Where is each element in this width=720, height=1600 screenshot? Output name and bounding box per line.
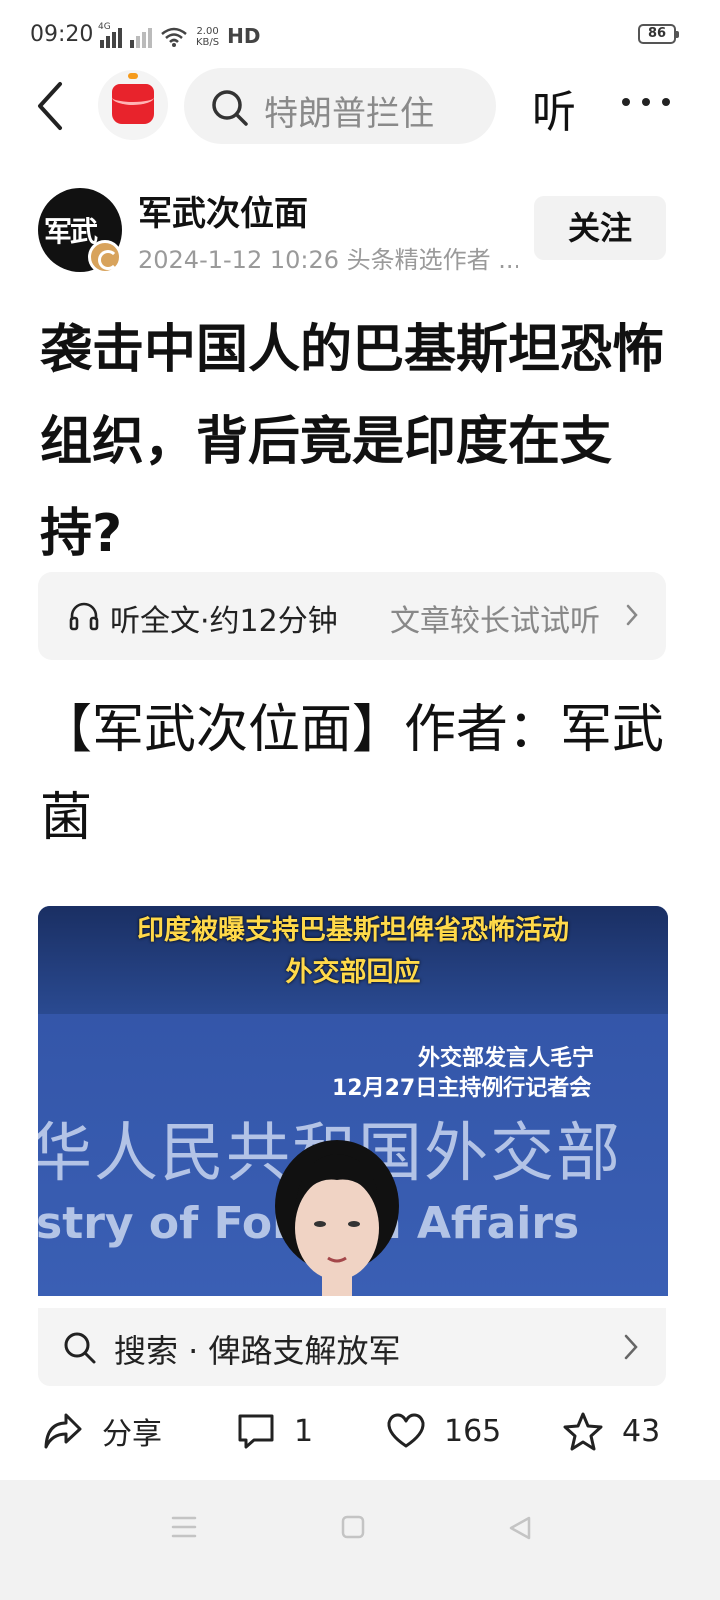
image-caption-2: 12月27日主持例行记者会 — [332, 1076, 592, 1101]
like-button[interactable]: 165 — [386, 1406, 501, 1456]
share-icon — [44, 1413, 82, 1449]
red-packet-button[interactable] — [98, 70, 168, 140]
article-body: 【军武次位面】作者：军武菌 — [40, 700, 665, 848]
like-count: 165 — [444, 1413, 502, 1449]
wifi-icon — [161, 27, 187, 47]
search-bar[interactable]: 特朗普拦住 — [184, 68, 496, 144]
red-packet-icon — [112, 84, 154, 124]
author-meta: 2024-1-12 10:26 头条精选作者 ... — [138, 246, 518, 274]
home-icon[interactable] — [340, 1514, 366, 1540]
signal-icon: 4G — [98, 22, 122, 48]
dot-icon — [622, 98, 630, 106]
favorite-count: 43 — [622, 1413, 661, 1449]
dot-icon — [662, 98, 670, 106]
search-icon — [64, 1332, 96, 1364]
follow-button[interactable]: 关注 — [534, 196, 666, 260]
article-title: 袭击中国人的巴基斯坦恐怖组织，背后竟是印度在支持? — [40, 320, 665, 564]
menu-icon[interactable] — [170, 1514, 198, 1540]
notification-dot — [128, 73, 138, 79]
comment-count: 1 — [294, 1413, 314, 1449]
more-options-button[interactable] — [622, 98, 670, 106]
star-icon — [563, 1412, 603, 1451]
listen-full-label: 听全文·约12分钟 — [110, 604, 338, 639]
speed-value: 2.00 — [196, 26, 219, 37]
status-bar: 09:20 4G 2.00 KB/S HD 86 — [0, 0, 720, 64]
hd-label: HD — [227, 24, 261, 48]
dot-icon — [642, 98, 650, 106]
chevron-left-icon — [38, 82, 62, 130]
comment-button[interactable]: 1 — [236, 1406, 313, 1456]
status-time: 09:20 — [30, 22, 94, 47]
signal-2-icon — [130, 26, 152, 48]
article-image[interactable]: 印度被曝支持巴基斯坦俾省恐怖活动 外交部回应 外交部发言人毛宁 12月27日主持… — [38, 906, 668, 1296]
nav-back-icon[interactable] — [506, 1514, 534, 1542]
verified-badge-icon — [88, 240, 122, 274]
back-button[interactable] — [30, 78, 74, 134]
comment-icon — [238, 1414, 274, 1449]
speed-unit: KB/S — [196, 37, 220, 48]
listen-full-bar[interactable]: 听全文·约12分钟 文章较长试试听 — [38, 572, 666, 660]
heart-icon — [387, 1413, 425, 1448]
network-speed: 2.00 KB/S — [196, 26, 219, 48]
favorite-button[interactable]: 43 — [562, 1406, 660, 1456]
status-icons: 4G 2.00 KB/S HD — [98, 22, 261, 48]
related-search-bar[interactable]: 搜索 · 俾路支解放军 — [38, 1308, 666, 1386]
author-name[interactable]: 军武次位面 — [138, 186, 308, 235]
battery-indicator: 86 — [638, 24, 679, 44]
chevron-right-icon — [624, 1334, 638, 1360]
share-button[interactable]: 分享 — [42, 1406, 162, 1456]
chevron-right-icon — [626, 604, 638, 626]
action-bar: 分享 1 165 43 — [0, 1394, 720, 1472]
search-icon — [212, 90, 248, 126]
search-placeholder: 特朗普拦住 — [264, 94, 434, 134]
headphones-icon — [69, 602, 99, 631]
listen-hint: 文章较长试试听 — [390, 604, 600, 639]
image-headline-1: 印度被曝支持巴基斯坦俾省恐怖活动 — [137, 915, 569, 946]
network-type-label: 4G — [98, 22, 111, 32]
share-label: 分享 — [102, 1417, 162, 1452]
image-headline-2: 外交部回应 — [285, 957, 421, 988]
related-search-text: 搜索 · 俾路支解放军 — [114, 1332, 401, 1370]
avatar-logo-text: 军武 — [44, 215, 98, 248]
spokesperson-figure — [275, 1140, 399, 1296]
system-nav-bar — [0, 1480, 720, 1600]
image-caption-1: 外交部发言人毛宁 — [418, 1046, 595, 1071]
listen-button[interactable]: 听 — [532, 76, 576, 140]
